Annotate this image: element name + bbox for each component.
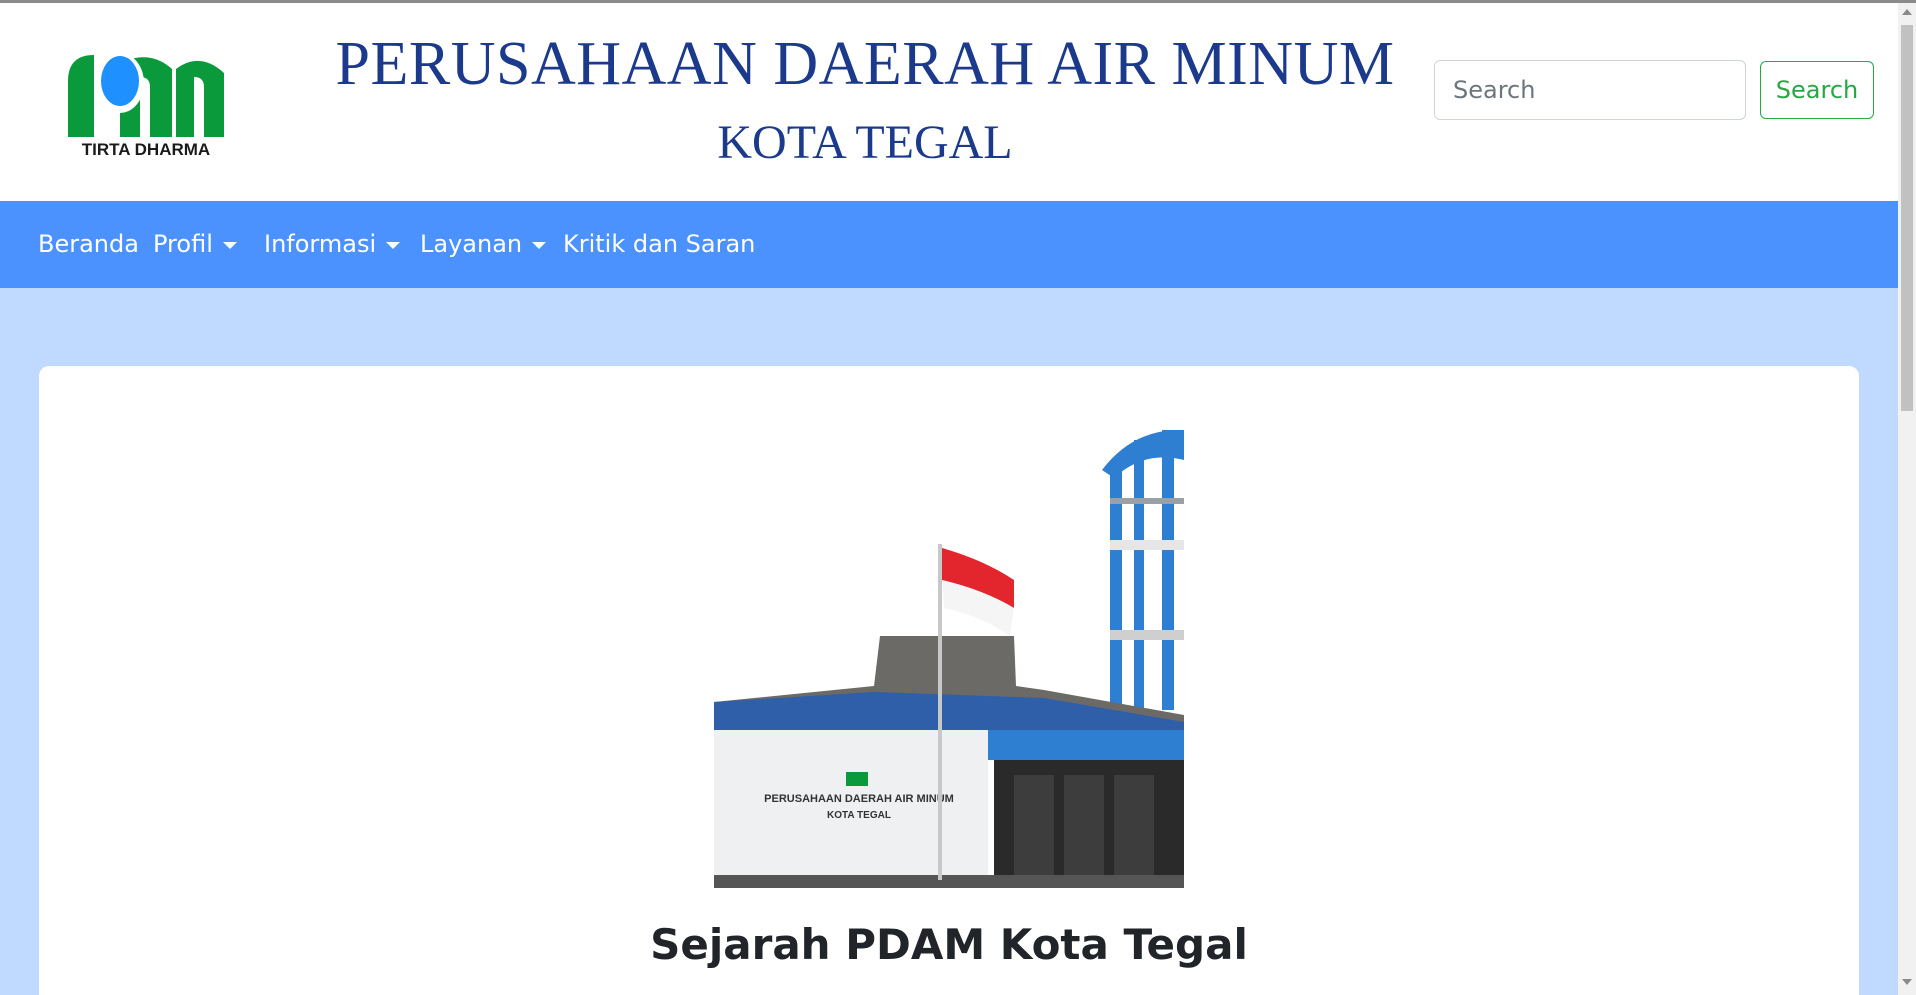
caret-down-icon [532,241,547,249]
site-subtitle: KOTA TEGAL [717,116,1013,169]
scroll-up-arrow-icon[interactable] [1902,9,1912,15]
pdam-logo[interactable]: TIRTA DHARMA [64,47,229,159]
page-scrollbar[interactable] [1898,3,1916,995]
nav-item-beranda[interactable]: Beranda [38,201,139,288]
site-header: TIRTA DHARMA PERUSAHAAN DAERAH AIR MINUM… [0,3,1898,201]
nav-item-label: Layanan [420,230,523,258]
caret-down-icon [222,241,237,249]
site-title: PERUSAHAAN DAERAH AIR MINUM [335,30,1395,98]
svg-text:KOTA TEGAL: KOTA TEGAL [827,810,891,821]
section-title: Sejarah PDAM Kota Tegal [650,920,1248,969]
scroll-down-arrow-icon[interactable] [1902,979,1912,985]
scrollbar-thumb[interactable] [1901,25,1913,411]
nav-item-label: Profil [153,230,213,258]
main-navbar: Beranda Profil Informasi Layanan Kritik … [0,201,1898,288]
office-building-photo: PERUSAHAAN DAERAH AIR MINUM KOTA TEGAL [714,430,1184,888]
search-button[interactable]: Search [1760,61,1874,119]
nav-item-label: Beranda [38,230,139,258]
nav-item-label: Kritik dan Saran [563,230,756,258]
caret-down-icon [386,241,401,249]
nav-item-layanan[interactable]: Layanan [420,201,547,288]
svg-text:PERUSAHAAN DAERAH AIR MINUM: PERUSAHAAN DAERAH AIR MINUM [764,793,954,805]
search-input[interactable] [1434,60,1746,120]
nav-item-label: Informasi [264,230,377,258]
nav-item-kritik-dan-saran[interactable]: Kritik dan Saran [563,201,755,288]
svg-text:TIRTA DHARMA: TIRTA DHARMA [82,140,210,159]
nav-item-profil[interactable]: Profil [153,201,237,288]
nav-item-informasi[interactable]: Informasi [264,201,401,288]
